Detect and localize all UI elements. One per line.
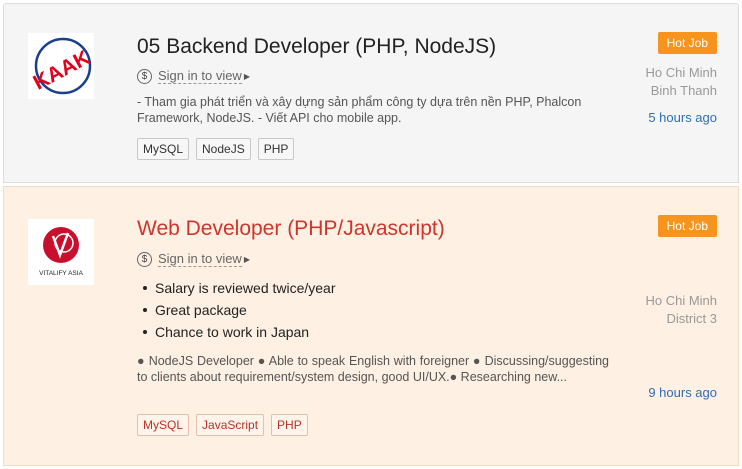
job-card[interactable]: KAAK 05 Backend Developer (PHP, NodeJS) … [3,3,739,183]
skill-tag[interactable]: JavaScript [196,414,265,436]
bullet-icon [143,286,147,290]
kaak-logo-icon: KAAK [30,37,94,95]
location-city: Ho Chi Minh [645,293,717,308]
skill-tag[interactable]: MySQL [137,414,190,436]
caret-right-icon: ▶ [243,71,250,81]
location-district: District 3 [666,311,717,326]
skill-tag[interactable]: NodeJS [196,138,251,160]
sign-in-to-view-link[interactable]: Sign in to view [158,251,242,267]
benefit-item: Chance to work in Japan [137,321,336,343]
caret-right-icon: ▶ [243,254,250,264]
company-logo[interactable]: KAAK [28,33,94,99]
dollar-icon: $ [137,251,152,267]
benefit-item: Great package [137,299,336,321]
benefit-text: Chance to work in Japan [155,324,310,340]
location-city: Ho Chi Minh [645,65,717,80]
skill-tag[interactable]: PHP [271,414,308,436]
vitalify-asia-logo-icon: VITALIFY ASIA [39,227,84,277]
job-location: Ho Chi Minh District 3 [645,292,717,328]
benefit-text: Salary is reviewed twice/year [155,280,336,296]
salary-row: $ Sign in to view ▶ [137,68,250,84]
benefit-item: Salary is reviewed twice/year [137,277,336,299]
company-logo[interactable]: VITALIFY ASIA [28,219,94,285]
location-district: Binh Thanh [650,83,717,98]
job-description: ● NodeJS Developer ● Able to speak Engli… [137,354,609,384]
posted-time: 5 hours ago [648,110,717,125]
benefit-text: Great package [155,302,247,318]
job-card[interactable]: VITALIFY ASIA Web Developer (PHP/Javascr… [3,186,739,466]
dollar-icon: $ [137,68,152,84]
benefits-list: Salary is reviewed twice/year Great pack… [137,277,336,343]
skill-tag[interactable]: PHP [257,138,295,160]
skill-tag[interactable]: MySQL [137,138,190,160]
bullet-icon [143,330,147,334]
job-description: - Tham gia phát triển và xây dựng sản ph… [137,95,582,125]
posted-time: 9 hours ago [648,385,717,400]
bullet-icon [143,308,147,312]
logo-text: VITALIFY ASIA [39,270,83,277]
hot-job-badge: Hot Job [657,32,717,54]
hot-job-badge: Hot Job [657,215,717,237]
job-location: Ho Chi Minh Binh Thanh [645,64,717,100]
sign-in-to-view-link[interactable]: Sign in to view [158,68,242,84]
job-title-link[interactable]: Web Developer (PHP/Javascript) [137,217,445,241]
skill-tags: MySQL JavaScript PHP [137,414,308,436]
salary-row: $ Sign in to view ▶ [137,251,250,267]
skill-tags: MySQL NodeJS PHP [137,138,295,160]
job-title-link[interactable]: 05 Backend Developer (PHP, NodeJS) [137,35,496,59]
